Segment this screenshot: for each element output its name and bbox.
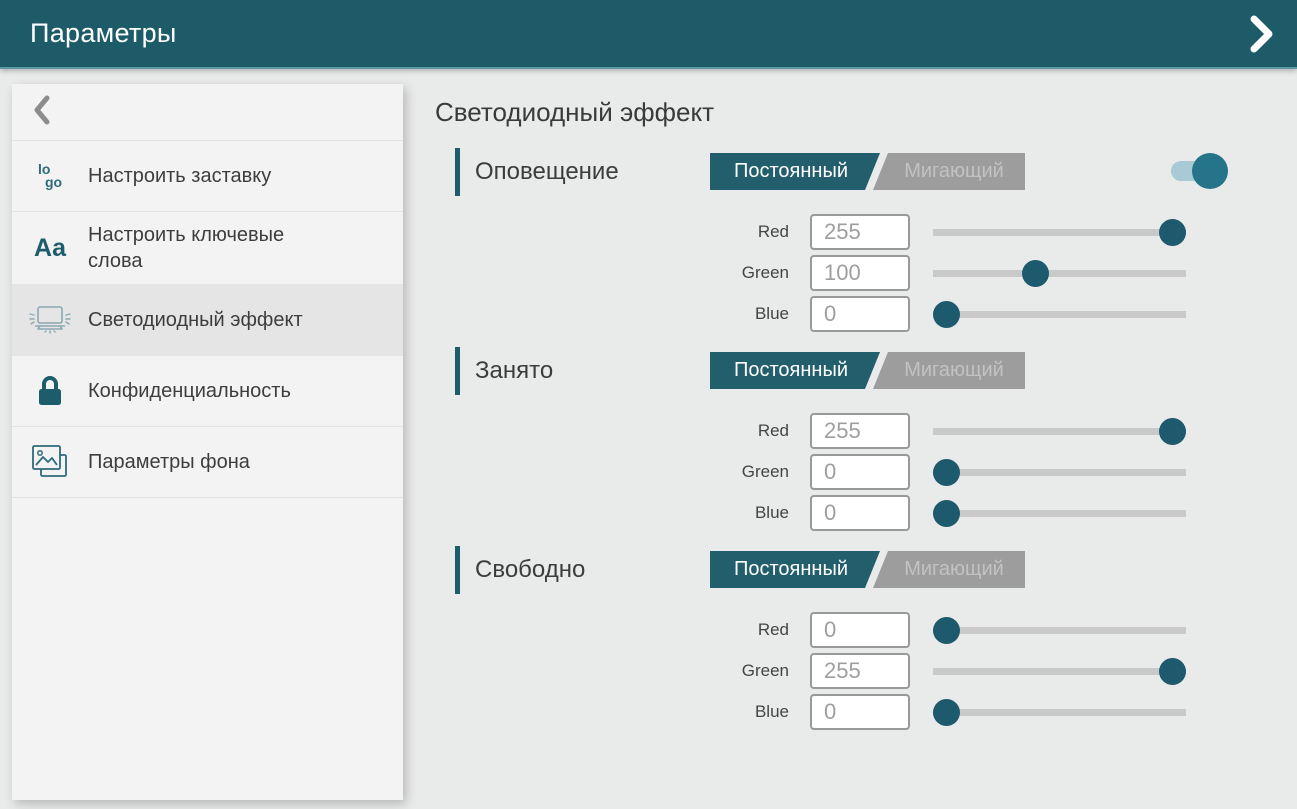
channel-row-blue: Blue <box>435 495 1297 531</box>
slider-thumb[interactable] <box>1159 658 1186 685</box>
sidebar-item-splash-screen[interactable]: logo Настроить заставку <box>12 141 403 212</box>
mode-blinking-button[interactable]: Мигающий <box>873 551 1025 588</box>
mode-blinking-button[interactable]: Мигающий <box>873 352 1025 389</box>
channel-label: Blue <box>435 304 810 324</box>
red-slider[interactable] <box>933 413 1186 449</box>
logo-icon: logo <box>12 163 88 190</box>
sidebar-item-label: Параметры фона <box>88 439 250 485</box>
slider-track[interactable] <box>933 510 1186 517</box>
red-value-input[interactable] <box>810 413 910 449</box>
slider-track[interactable] <box>933 627 1186 634</box>
slider-thumb[interactable] <box>933 301 960 328</box>
mode-segmented-control: Постоянный Мигающий <box>710 153 1025 190</box>
panel-title: Светодиодный эффект <box>435 96 1297 128</box>
collapse-panel-button[interactable] <box>1245 14 1279 54</box>
slider-track[interactable] <box>933 469 1186 476</box>
green-slider[interactable] <box>933 454 1186 490</box>
green-slider[interactable] <box>933 653 1186 689</box>
channel-row-red: Red <box>435 214 1297 250</box>
section-busy: Занято Постоянный Мигающий Red Green Blu… <box>435 347 1297 531</box>
chevron-left-icon <box>32 95 52 130</box>
sidebar-item-background[interactable]: Параметры фона <box>12 427 403 498</box>
slider-thumb[interactable] <box>1022 260 1049 287</box>
channel-label: Red <box>435 222 810 242</box>
blue-slider[interactable] <box>933 694 1186 730</box>
slider-track[interactable] <box>933 311 1186 318</box>
slider-thumb[interactable] <box>933 699 960 726</box>
channel-row-green: Green <box>435 454 1297 490</box>
red-value-input[interactable] <box>810 612 910 648</box>
red-slider[interactable] <box>933 214 1186 250</box>
channel-row-green: Green <box>435 653 1297 689</box>
slider-thumb[interactable] <box>1159 418 1186 445</box>
slider-thumb[interactable] <box>933 500 960 527</box>
aa-icon: Aa <box>12 234 88 263</box>
images-icon <box>12 444 88 480</box>
mode-blinking-button[interactable]: Мигающий <box>873 153 1025 190</box>
blue-value-input[interactable] <box>810 694 910 730</box>
mode-constant-button[interactable]: Постоянный <box>710 153 880 190</box>
chevron-right-icon <box>1245 41 1279 58</box>
slider-thumb[interactable] <box>1159 219 1186 246</box>
blue-slider[interactable] <box>933 495 1186 531</box>
channel-label: Green <box>435 263 810 283</box>
mode-constant-button[interactable]: Постоянный <box>710 551 880 588</box>
sidebar-item-label: Конфиденциальность <box>88 368 291 414</box>
led-effect-panel: Светодиодный эффект Оповещение Постоянны… <box>435 96 1297 745</box>
blue-slider[interactable] <box>933 296 1186 332</box>
channel-label: Blue <box>435 503 810 523</box>
sidebar-item-label: Настроить заставку <box>88 153 271 199</box>
sidebar-back-button[interactable] <box>12 84 403 141</box>
slider-track[interactable] <box>933 709 1186 716</box>
channel-label: Blue <box>435 702 810 722</box>
green-value-input[interactable] <box>810 454 910 490</box>
mode-segmented-control: Постоянный Мигающий <box>710 352 1025 389</box>
slider-track[interactable] <box>933 668 1186 675</box>
section-accent-bar <box>455 347 460 395</box>
channel-label: Green <box>435 462 810 482</box>
blue-value-input[interactable] <box>810 296 910 332</box>
mode-segmented-control: Постоянный Мигающий <box>710 551 1025 588</box>
green-slider[interactable] <box>933 255 1186 291</box>
slider-thumb[interactable] <box>933 617 960 644</box>
sidebar-item-privacy[interactable]: Конфиденциальность <box>12 356 403 427</box>
section-label: Занято <box>475 357 553 385</box>
section-label: Оповещение <box>475 158 619 186</box>
channel-row-green: Green <box>435 255 1297 291</box>
channel-label: Red <box>435 620 810 640</box>
section-accent-bar <box>455 546 460 594</box>
slider-track[interactable] <box>933 428 1186 435</box>
sidebar-item-label: Настроить ключевые слова <box>88 212 333 284</box>
channel-label: Red <box>435 421 810 441</box>
channel-row-red: Red <box>435 612 1297 648</box>
slider-thumb[interactable] <box>933 459 960 486</box>
slider-track[interactable] <box>933 270 1186 277</box>
section-label: Свободно <box>475 556 585 584</box>
channel-label: Green <box>435 661 810 681</box>
section-accent-bar <box>455 148 460 196</box>
channel-row-blue: Blue <box>435 296 1297 332</box>
red-slider[interactable] <box>933 612 1186 648</box>
blue-value-input[interactable] <box>810 495 910 531</box>
led-screen-icon <box>12 305 88 335</box>
mode-constant-button[interactable]: Постоянный <box>710 352 880 389</box>
page-title: Параметры <box>30 18 177 49</box>
channel-row-red: Red <box>435 413 1297 449</box>
section-notification: Оповещение Постоянный Мигающий Red Green <box>435 148 1297 332</box>
app-header: Параметры <box>0 0 1297 69</box>
sidebar-item-led-effect[interactable]: Светодиодный эффект <box>12 285 403 356</box>
settings-sidebar: logo Настроить заставку Aa Настроить клю… <box>12 84 403 800</box>
sidebar-item-keywords[interactable]: Aa Настроить ключевые слова <box>12 212 403 285</box>
red-value-input[interactable] <box>810 214 910 250</box>
green-value-input[interactable] <box>810 255 910 291</box>
notification-enable-toggle[interactable] <box>1171 161 1219 181</box>
section-free: Свободно Постоянный Мигающий Red Green B… <box>435 546 1297 730</box>
sidebar-item-label: Светодиодный эффект <box>88 297 303 343</box>
lock-icon <box>12 375 88 407</box>
slider-track[interactable] <box>933 229 1186 236</box>
green-value-input[interactable] <box>810 653 910 689</box>
channel-row-blue: Blue <box>435 694 1297 730</box>
toggle-knob <box>1192 153 1228 189</box>
